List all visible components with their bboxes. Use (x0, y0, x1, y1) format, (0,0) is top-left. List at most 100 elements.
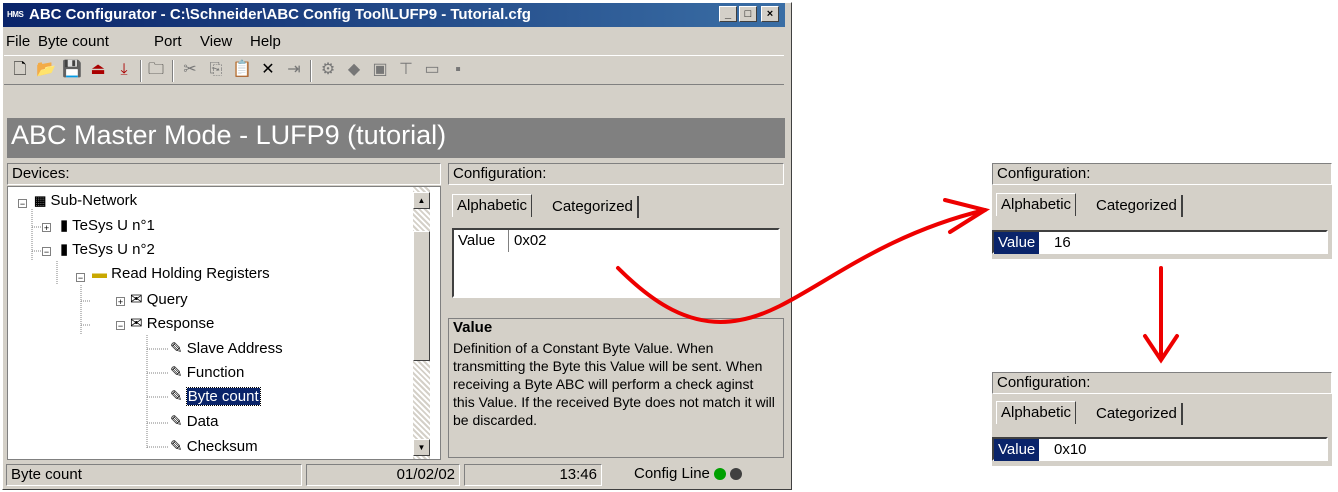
property-value-result[interactable]: 0x10 (1054, 439, 1087, 461)
download-icon[interactable]: ⤓ (114, 60, 134, 80)
property-value-editing[interactable]: 16 (1054, 232, 1071, 254)
divider (508, 230, 509, 252)
configuration-header: Configuration: (992, 372, 1332, 394)
property-grid[interactable]: Value 0x02 (452, 228, 780, 298)
scroll-down-button[interactable]: ▼ (413, 439, 430, 456)
connector-icon[interactable]: ▪ (448, 60, 468, 80)
collapse-toggle[interactable]: − (116, 321, 125, 331)
upload-icon[interactable]: ⏏ (88, 60, 108, 80)
title-bar[interactable]: HMS ABC Configurator - C:\Schneider\ABC … (3, 3, 785, 27)
tree-node-read-holding-registers[interactable]: ▬ Read Holding Registers (92, 265, 270, 282)
expand-toggle[interactable]: + (42, 223, 51, 233)
tree-scrollbar[interactable]: ▲ ▼ (413, 187, 430, 459)
network-icon: ▦ (34, 193, 47, 208)
tree-node-slave-address[interactable]: ✎ Slave Address (170, 339, 283, 357)
maximize-button[interactable]: □ (739, 6, 757, 22)
property-value[interactable]: 0x02 (514, 230, 547, 252)
insert-icon[interactable]: ⇥ (284, 60, 304, 80)
status-time: 13:46 (464, 464, 602, 486)
mode-title: ABC Master Mode - LUFP9 (tutorial) (11, 120, 447, 150)
new-icon[interactable]: 🗋 (10, 60, 30, 80)
tab-categorized[interactable]: Categorized (1092, 403, 1183, 425)
tree-node-response[interactable]: ✉ Response (130, 314, 214, 332)
tab-categorized[interactable]: Categorized (548, 196, 639, 218)
edit-icon: ✎ (170, 413, 183, 430)
property-grid[interactable]: Value 16 (992, 230, 1328, 254)
menu-file[interactable]: File (6, 33, 30, 50)
tree-node-label: Slave Address (186, 340, 283, 357)
tree-node-label: TeSys U n°1 (72, 217, 155, 234)
status-selected-item: Byte count (6, 464, 302, 486)
down-arrowhead-icon (1143, 334, 1179, 364)
tree-node-label: Function (186, 364, 245, 381)
tree-node-tesys-1[interactable]: ▮ TeSys U n°1 (60, 216, 155, 234)
tree-node-checksum[interactable]: ✎ Checksum (170, 437, 258, 455)
description-title: Value (453, 319, 493, 336)
toolbar: 🗋 📂 💾 ⏏ ⤓ 🗀 ✂ ⎘ 📋 ✕ ⇥ ⚙ ◆ ▣ ⊤ ▭ ▪ (4, 55, 784, 85)
up-folder-icon[interactable]: 🗀 (146, 60, 166, 80)
paste-icon[interactable]: 📋 (232, 60, 252, 80)
toolbar-separator (140, 60, 142, 82)
save-icon[interactable]: 💾 (62, 60, 82, 80)
config-panel-result: Configuration: Alphabetic Categorized Va… (992, 372, 1332, 466)
menu-view[interactable]: View (200, 33, 232, 50)
property-name: Value (458, 232, 496, 249)
status-config-line: Config Line (606, 464, 782, 486)
expand-toggle[interactable]: + (116, 297, 125, 307)
cut-icon[interactable]: ✂ (180, 60, 200, 80)
collapse-toggle[interactable]: − (42, 247, 51, 257)
window-title: ABC Configurator - C:\Schneider\ABC Conf… (29, 6, 531, 23)
tree-node-function[interactable]: ✎ Function (170, 363, 244, 381)
led-green-icon (714, 468, 727, 481)
monitor-icon[interactable]: ▣ (370, 60, 390, 80)
delete-icon[interactable]: ✕ (258, 60, 278, 80)
tree-node-sub-network[interactable]: ▦ Sub-Network (34, 192, 137, 209)
tree-node-tesys-2[interactable]: ▮ TeSys U n°2 (60, 240, 155, 258)
node-icon[interactable]: ◆ (344, 60, 364, 80)
display-icon[interactable]: ▭ (422, 60, 442, 80)
tree-node-label: Read Holding Registers (111, 265, 270, 282)
scroll-up-button[interactable]: ▲ (413, 192, 430, 209)
configuration-header: Configuration: (992, 163, 1332, 185)
arrowhead-icon (943, 198, 991, 234)
network-icon[interactable]: ⊤ (396, 60, 416, 80)
mode-banner: ABC Master Mode - LUFP9 (tutorial) (7, 118, 785, 158)
tree-node-label: Checksum (186, 438, 258, 455)
description-panel: Value Definition of a Constant Byte Valu… (448, 318, 784, 458)
menu-byte-count[interactable]: Byte count (38, 33, 109, 50)
status-bar: Byte count 01/02/02 13:46 Config Line (4, 462, 786, 486)
edit-icon: ✎ (170, 388, 183, 405)
open-icon[interactable]: 📂 (36, 60, 56, 80)
scroll-thumb[interactable] (413, 231, 430, 361)
device-tree[interactable]: − ▦ Sub-Network + ▮ TeSys U n°1 − ▮ TeSy… (7, 186, 441, 460)
menu-port[interactable]: Port (154, 33, 182, 50)
tree-node-query[interactable]: ✉ Query (130, 290, 188, 308)
menu-bar: File Byte count Port View Help (4, 30, 784, 52)
tree-node-byte-count[interactable]: ✎ Byte count (170, 387, 261, 406)
device-icon: ▮ (60, 241, 69, 258)
collapse-toggle[interactable]: − (18, 199, 27, 209)
tree-node-label: Response (146, 315, 215, 332)
property-grid[interactable]: Value 0x10 (992, 437, 1328, 461)
tab-alphabetic[interactable]: Alphabetic (996, 401, 1077, 424)
menu-help[interactable]: Help (250, 33, 281, 50)
led-dark-icon (730, 468, 743, 481)
properties-icon[interactable]: ⚙ (318, 60, 338, 80)
edit-icon: ✎ (170, 364, 183, 381)
description-text: Definition of a Constant Byte Value. Whe… (453, 340, 775, 428)
property-name: Value (994, 439, 1040, 461)
status-date: 01/02/02 (306, 464, 460, 486)
copy-icon[interactable]: ⎘ (206, 60, 226, 80)
close-button[interactable]: × (761, 6, 779, 22)
tree-node-label: Data (186, 413, 219, 430)
tree-node-label: Sub-Network (50, 192, 138, 209)
minimize-button[interactable]: _ (719, 6, 737, 22)
tree-node-data[interactable]: ✎ Data (170, 412, 218, 430)
tab-alphabetic[interactable]: Alphabetic (996, 193, 1077, 216)
envelope-icon: ✉ (130, 315, 143, 332)
toolbar-separator (172, 60, 174, 82)
tab-alphabetic[interactable]: Alphabetic (452, 194, 533, 217)
collapse-toggle[interactable]: − (76, 273, 85, 283)
tab-categorized[interactable]: Categorized (1092, 195, 1183, 217)
configuration-header: Configuration: (448, 163, 784, 185)
